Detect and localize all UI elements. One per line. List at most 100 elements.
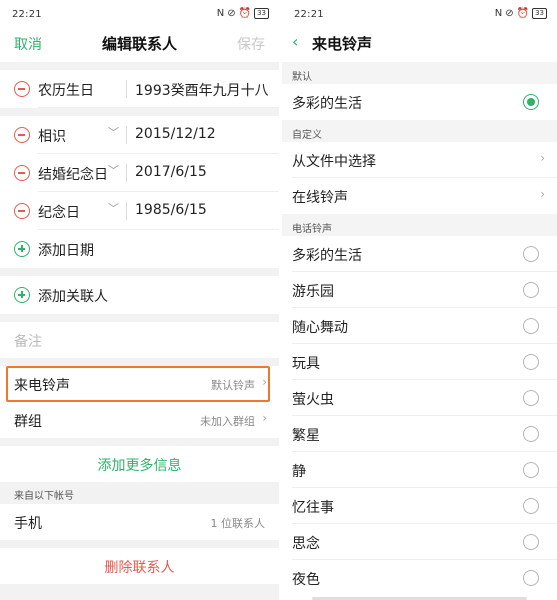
ringtone-name: 游乐园: [292, 284, 334, 300]
top-nav: 取消 编辑联系人 保存: [0, 26, 279, 62]
remove-icon[interactable]: [14, 203, 30, 219]
add-date-label: 添加日期: [38, 243, 94, 259]
alarm-icon: ⏰: [238, 8, 252, 19]
chevron-right-icon: ›: [540, 187, 545, 201]
section-phone-ringtones: 电话铃声: [282, 214, 557, 236]
status-time: 22:21: [12, 9, 42, 20]
add-date-row[interactable]: 添加日期: [0, 230, 279, 268]
add-icon: [14, 287, 30, 303]
ringtone-name: 思念: [292, 536, 320, 552]
delete-contact-button[interactable]: 删除联系人: [0, 548, 279, 584]
ringtone-name: 随心舞动: [292, 320, 348, 336]
remove-icon[interactable]: [14, 81, 30, 97]
radio-icon[interactable]: [523, 390, 539, 406]
battery-icon: 33: [532, 8, 547, 19]
radio-icon[interactable]: [523, 318, 539, 334]
ringtone-name: 萤火虫: [292, 392, 334, 408]
edit-contact-screen: 22:21 N ⊘ ⏰ 33 取消 编辑联系人 保存 农历生日 1993癸酉年九…: [0, 0, 279, 600]
radio-icon[interactable]: [523, 534, 539, 550]
date-row-lunar-birthday: 农历生日 1993癸酉年九月十八: [0, 70, 279, 108]
status-bar: 22:21 N ⊘ ⏰ 33: [0, 0, 279, 26]
list-item[interactable]: 忆往事: [282, 488, 557, 524]
chevron-down-icon[interactable]: ﹀: [108, 124, 119, 140]
ringtone-name: 多彩的生活: [292, 248, 362, 264]
date-label: 农历生日: [38, 83, 94, 99]
account-value: 1 位联系人: [210, 517, 266, 530]
radio-icon[interactable]: [523, 246, 539, 262]
radio-icon[interactable]: [523, 570, 539, 586]
date-label: 纪念日: [38, 205, 80, 221]
ringtone-label: 来电铃声: [14, 378, 70, 394]
contact-form: 农历生日 1993癸酉年九月十八 相识 ﹀ 2015/12/12 结婚纪念日 ﹀…: [0, 62, 279, 584]
add-more-info-button[interactable]: 添加更多信息: [0, 446, 279, 482]
save-button[interactable]: 保存: [237, 34, 265, 54]
ringtone-screen: 22:21 N ⊘ ⏰ 33 ‹ 来电铃声 默认 多彩的生活 自定义 从文件中选…: [282, 0, 557, 600]
group-label: 群组: [14, 414, 42, 430]
note-field[interactable]: 备注: [0, 322, 279, 358]
ringtone-name: 夜色: [292, 572, 320, 588]
online-ringtone-item[interactable]: 在线铃声 ›: [282, 178, 557, 214]
ringtone-name: 玩具: [292, 356, 320, 372]
ringtone-name: 多彩的生活: [292, 96, 362, 112]
account-row[interactable]: 手机 1 位联系人: [0, 504, 279, 540]
date-label: 相识: [38, 129, 66, 145]
list-item[interactable]: 静: [282, 452, 557, 488]
account-label: 手机: [14, 516, 42, 532]
account-section-header: 来自以下帐号: [0, 482, 279, 504]
chevron-down-icon[interactable]: ﹀: [108, 162, 119, 178]
page-title: 来电铃声: [312, 35, 373, 53]
mute-icon: ⊘: [227, 8, 236, 19]
date-value[interactable]: 1993癸酉年九月十八: [135, 80, 269, 100]
ringtone-row[interactable]: 来电铃声 默认铃声 ›: [0, 366, 279, 402]
add-icon: [14, 241, 30, 257]
remove-icon[interactable]: [14, 165, 30, 181]
chevron-down-icon[interactable]: ﹀: [108, 200, 119, 216]
item-label: 从文件中选择: [292, 154, 376, 170]
phone-ringtone-list: 多彩的生活 游乐园 随心舞动 玩具 萤火虫 繁星 静 忆往事 思念 夜色: [282, 236, 557, 596]
chevron-right-icon: ›: [262, 375, 267, 389]
ringtone-name: 繁星: [292, 428, 320, 444]
chevron-right-icon: ›: [540, 151, 545, 165]
ringtone-name: 忆往事: [292, 500, 334, 516]
date-row-wedding: 结婚纪念日 ﹀ 2017/6/15: [0, 154, 279, 192]
radio-icon[interactable]: [523, 426, 539, 442]
date-value[interactable]: 2015/12/12: [135, 126, 216, 142]
radio-icon[interactable]: [523, 354, 539, 370]
radio-icon[interactable]: [523, 498, 539, 514]
ringtone-list: 默认 多彩的生活 自定义 从文件中选择 › 在线铃声 › 电话铃声 多彩的生活 …: [282, 62, 557, 596]
date-value[interactable]: 2017/6/15: [135, 164, 207, 180]
remove-icon[interactable]: [14, 127, 30, 143]
choose-from-file-item[interactable]: 从文件中选择 ›: [282, 142, 557, 178]
group-row[interactable]: 群组 未加入群组 ›: [0, 402, 279, 438]
chevron-right-icon: ›: [262, 411, 267, 425]
battery-icon: 33: [254, 8, 269, 19]
list-item[interactable]: 随心舞动: [282, 308, 557, 344]
add-related-label: 添加关联人: [38, 289, 108, 305]
date-row-met: 相识 ﹀ 2015/12/12: [0, 116, 279, 154]
back-icon[interactable]: ‹: [292, 32, 298, 51]
mute-icon: ⊘: [505, 8, 514, 19]
date-value[interactable]: 1985/6/15: [135, 202, 207, 218]
list-item[interactable]: 游乐园: [282, 272, 557, 308]
add-related-row[interactable]: 添加关联人: [0, 276, 279, 314]
list-item[interactable]: 繁星: [282, 416, 557, 452]
list-item[interactable]: 多彩的生活: [282, 236, 557, 272]
ringtone-value: 默认铃声: [211, 379, 255, 392]
status-bar: 22:21 N ⊘ ⏰ 33: [282, 0, 557, 26]
status-icons: N ⊘ ⏰ 33: [217, 8, 269, 19]
list-item[interactable]: 思念: [282, 524, 557, 560]
ringtone-default-item[interactable]: 多彩的生活: [282, 84, 557, 120]
note-placeholder: 备注: [14, 334, 42, 350]
ringtone-name: 静: [292, 464, 306, 480]
nfc-icon: N: [216, 8, 225, 19]
list-item[interactable]: 萤火虫: [282, 380, 557, 416]
section-custom: 自定义: [282, 120, 557, 142]
radio-icon[interactable]: [523, 282, 539, 298]
list-item[interactable]: 玩具: [282, 344, 557, 380]
alarm-icon: ⏰: [516, 8, 530, 19]
status-icons: N ⊘ ⏰ 33: [495, 8, 547, 19]
list-item[interactable]: 夜色: [282, 560, 557, 596]
radio-icon[interactable]: [523, 462, 539, 478]
date-label: 结婚纪念日: [38, 167, 108, 183]
radio-selected-icon[interactable]: [523, 94, 539, 110]
